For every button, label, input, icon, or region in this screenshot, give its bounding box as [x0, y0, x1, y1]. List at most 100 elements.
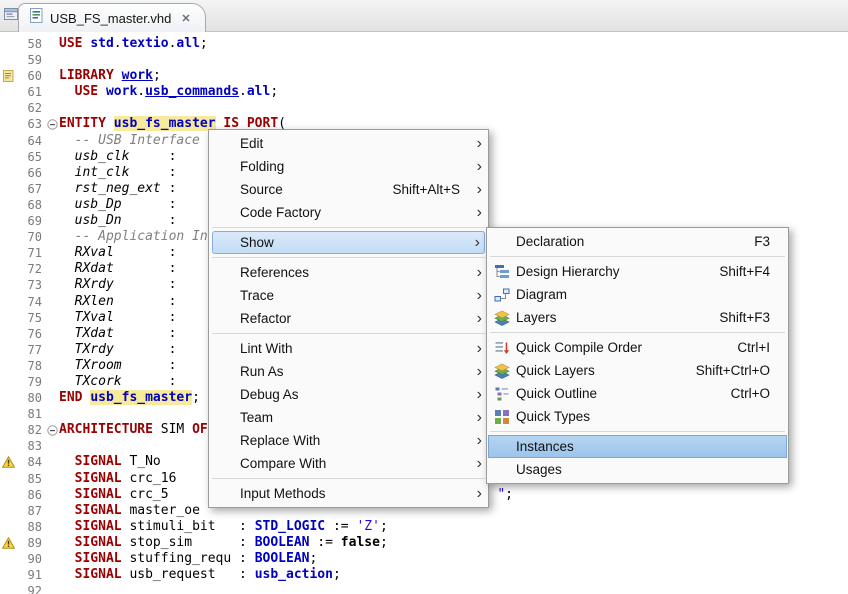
code-text[interactable]: USE work.usb_commands.all; [59, 84, 278, 100]
code-text[interactable]: TXroom : [59, 358, 176, 374]
code-line: 60 LIBRARY work; [0, 68, 848, 84]
code-line: 62 [0, 100, 848, 116]
code-text[interactable]: SIGNAL stimuli_bit : STD_LOGIC := 'Z'; [59, 519, 388, 535]
code-text[interactable]: RXlen : [59, 294, 176, 310]
menu-item-label: Refactor [240, 311, 291, 326]
menu-item-folding[interactable]: Folding› [210, 155, 487, 178]
line-number: 90 [16, 551, 45, 567]
code-text[interactable]: SIGNAL crc_16 [59, 471, 176, 487]
menu-item-code-factory[interactable]: Code Factory› [210, 201, 487, 224]
submenu-arrow-icon: › [470, 235, 480, 251]
code-text[interactable]: LIBRARY work; [59, 68, 161, 84]
menu-item-trace[interactable]: Trace› [210, 284, 487, 307]
warning-icon [0, 456, 16, 468]
menu-item-label: Compare With [240, 456, 326, 471]
menu-separator [212, 478, 485, 479]
code-line: 92 [0, 583, 848, 594]
code-text[interactable]: TXdat : [59, 326, 176, 342]
menu-item-quick-types[interactable]: Quick Types [488, 405, 787, 428]
menu-separator [212, 333, 485, 334]
menu-item-input-methods[interactable]: Input Methods› [210, 482, 487, 505]
code-text[interactable]: TXcork : [59, 374, 176, 390]
line-number: 76 [16, 326, 45, 342]
code-text[interactable]: USE std.textio.all; [59, 36, 208, 52]
menu-item-label: Run As [240, 364, 284, 379]
menu-item-quick-outline[interactable]: Quick OutlineCtrl+O [488, 382, 787, 405]
menu-separator [490, 256, 785, 257]
submenu-arrow-icon: › [472, 387, 482, 403]
ide-window: USB_FS_master.vhd ✕ 58USE std.textio.all… [0, 0, 848, 594]
menu-item-instances[interactable]: Instances [488, 435, 787, 458]
code-text[interactable]: SIGNAL usb_request : usb_action; [59, 567, 341, 583]
menu-separator [490, 431, 785, 432]
menu-item-design-hierarchy[interactable]: Design HierarchyShift+F4 [488, 260, 787, 283]
menu-item-run-as[interactable]: Run As › [210, 360, 487, 383]
line-number: 65 [16, 149, 45, 165]
code-text[interactable]: usb_clk : [59, 149, 176, 165]
design-hierarchy-icon [494, 264, 512, 280]
editor-tab-bar: USB_FS_master.vhd ✕ [0, 0, 848, 32]
menu-item-debug-as[interactable]: Debug As› [210, 383, 487, 406]
menu-item-layers[interactable]: LayersShift+F3 [488, 306, 787, 329]
code-text[interactable]: SIGNAL stop_sim : BOOLEAN := false; [59, 535, 388, 551]
menu-item-label: Usages [516, 462, 562, 477]
submenu-arrow-icon: › [472, 364, 482, 380]
code-text[interactable]: RXdat : [59, 261, 176, 277]
code-text[interactable]: usb_Dp : [59, 197, 176, 213]
menu-item-refactor[interactable]: Refactor› [210, 307, 487, 330]
code-text[interactable]: END usb_fs_master; [59, 390, 200, 406]
menu-shortcut: Shift+Ctrl+O [696, 363, 770, 378]
code-text[interactable]: SIGNAL stuffing_requ : BOOLEAN; [59, 551, 317, 567]
menu-item-label: Input Methods [240, 486, 326, 501]
menu-item-source[interactable]: SourceShift+Alt+S› [210, 178, 487, 201]
menu-item-label: Code Factory [240, 205, 321, 220]
menu-item-compare-with[interactable]: Compare With› [210, 452, 487, 475]
tab-title: USB_FS_master.vhd [50, 11, 171, 26]
code-text[interactable]: int_clk : [59, 165, 176, 181]
line-number: 85 [16, 471, 45, 487]
code-text[interactable]: SIGNAL T_No [59, 454, 161, 470]
submenu-arrow-icon: › [472, 433, 482, 449]
vhdl-file-icon [29, 8, 44, 28]
line-number: 87 [16, 503, 45, 519]
menu-item-edit[interactable]: Edit› [210, 132, 487, 155]
menu-item-quick-layers[interactable]: Quick LayersShift+Ctrl+O [488, 359, 787, 382]
menu-item-show[interactable]: Show › [212, 231, 485, 254]
tab-usb-fs-master[interactable]: USB_FS_master.vhd ✕ [18, 3, 206, 32]
code-text[interactable]: usb_Dn : [59, 213, 176, 229]
line-number: 77 [16, 342, 45, 358]
line-number: 92 [16, 583, 45, 594]
line-number: 68 [16, 197, 45, 213]
menu-item-lint-with[interactable]: Lint With› [210, 337, 487, 360]
line-number: 59 [16, 52, 45, 68]
line-number: 60 [16, 68, 45, 84]
line-number: 74 [16, 294, 45, 310]
menu-item-diagram[interactable]: Diagram [488, 283, 787, 306]
fold-collapse-icon[interactable] [45, 425, 59, 436]
menu-item-label: Edit [240, 136, 263, 151]
code-text[interactable]: SIGNAL master_oe [59, 503, 200, 519]
menu-item-replace-with[interactable]: Replace With› [210, 429, 487, 452]
code-text[interactable]: rst_neg_ext : [59, 181, 176, 197]
menu-item-team[interactable]: Team› [210, 406, 487, 429]
code-text[interactable]: -- Application Int [59, 229, 216, 245]
menu-item-references[interactable]: References› [210, 261, 487, 284]
menu-item-label: References [240, 265, 309, 280]
compile-order-icon [494, 340, 512, 356]
code-text[interactable]: TXval : [59, 310, 176, 326]
code-text[interactable]: RXrdy : [59, 277, 176, 293]
code-text[interactable]: TXrdy : [59, 342, 176, 358]
menu-item-label: Declaration [516, 234, 584, 249]
fold-collapse-icon[interactable] [45, 119, 59, 130]
menu-item-quick-compile-order[interactable]: Quick Compile OrderCtrl+I [488, 336, 787, 359]
menu-separator [490, 332, 785, 333]
menu-item-label: Quick Outline [516, 386, 597, 401]
code-text[interactable]: RXval : [59, 245, 176, 261]
menu-item-usages[interactable]: Usages [488, 458, 787, 481]
menu-item-declaration[interactable]: DeclarationF3 [488, 230, 787, 253]
menu-item-label: Show [240, 235, 274, 250]
code-text[interactable]: -- USB Interface [59, 133, 200, 149]
menu-shortcut: Shift+F3 [719, 310, 770, 325]
tab-close-icon[interactable]: ✕ [181, 12, 190, 25]
code-text[interactable]: ARCHITECTURE SIM OF [59, 422, 208, 438]
